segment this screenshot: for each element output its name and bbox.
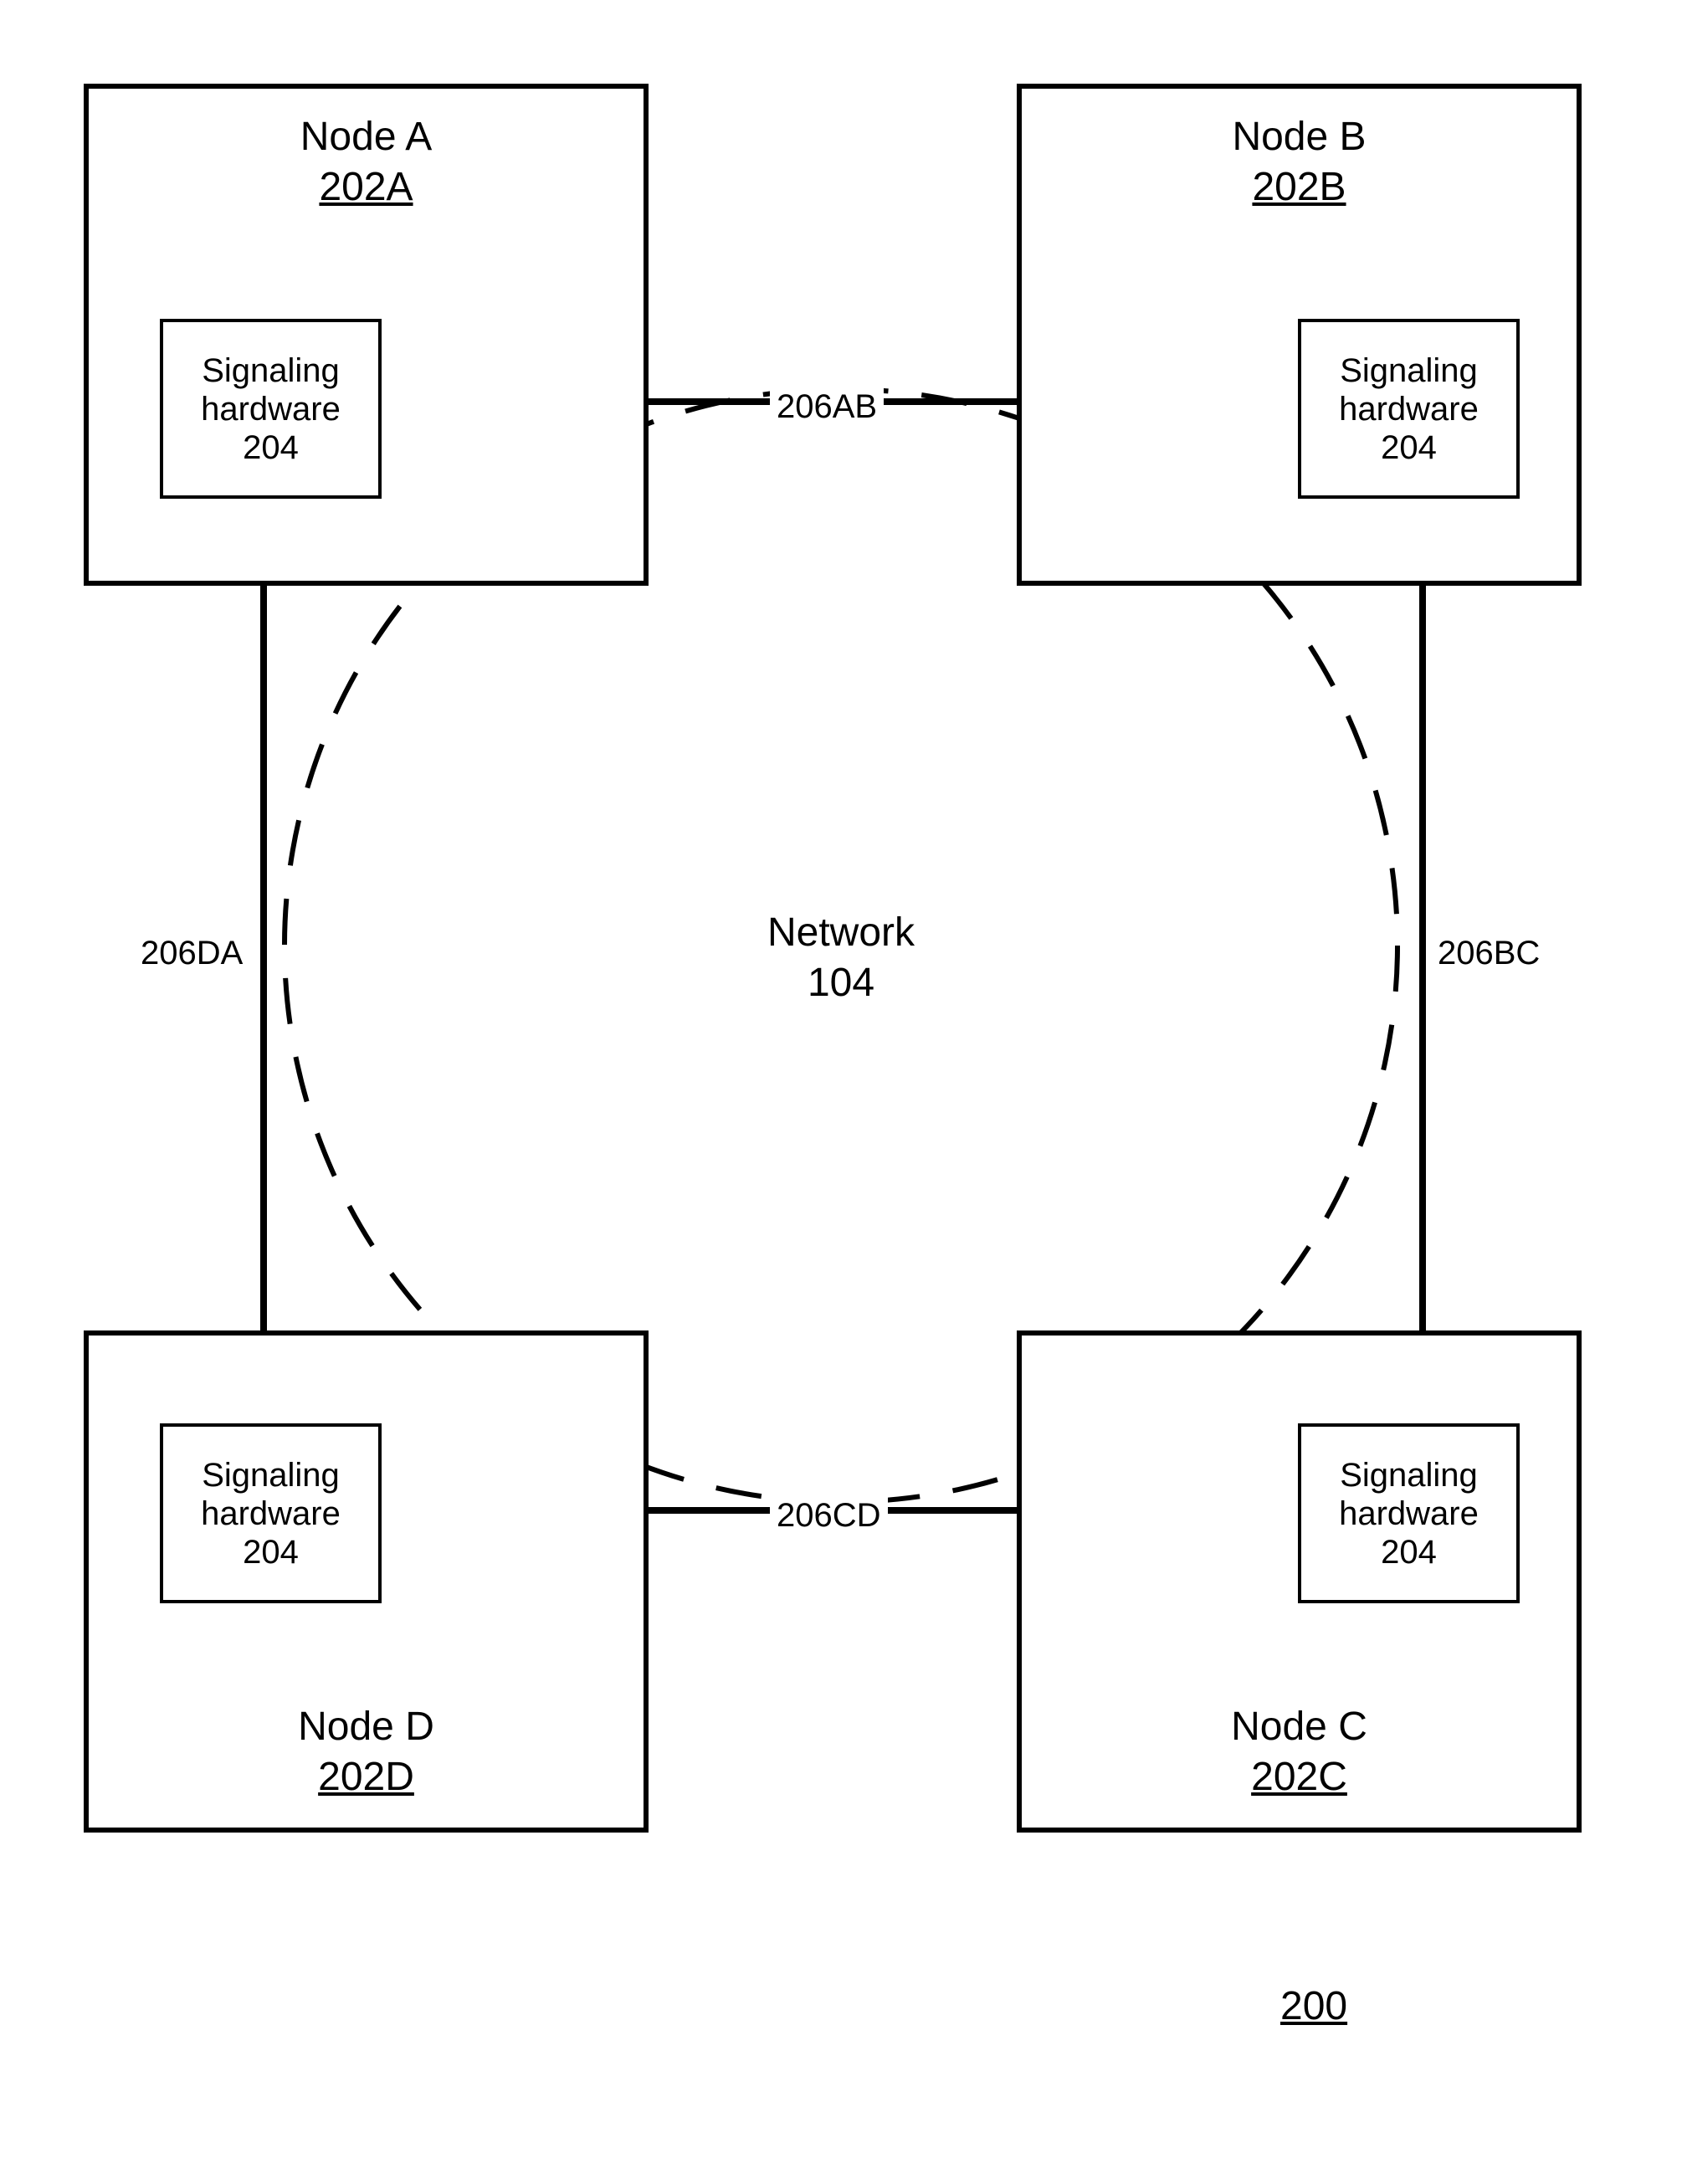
node-a-title: Node A 202A	[89, 112, 644, 213]
network-ref: 104	[808, 961, 874, 1005]
node-d: Signaling hardware 204 Node D 202D	[84, 1330, 649, 1833]
signal-line1: Signaling	[202, 1457, 340, 1494]
signal-line1: Signaling	[202, 352, 340, 389]
node-b-signal-box: Signaling hardware 204	[1298, 319, 1520, 499]
node-b-ref: 202B	[1252, 165, 1346, 209]
node-b-title: Node B 202B	[1022, 112, 1577, 213]
signal-line1: Signaling	[1340, 1457, 1478, 1494]
signal-ref: 204	[243, 429, 299, 466]
signal-ref: 204	[243, 1534, 299, 1571]
edge-label-cd: 206CD	[770, 1495, 888, 1535]
signal-ref: 204	[1381, 1534, 1437, 1571]
node-a-signal-box: Signaling hardware 204	[160, 319, 382, 499]
signal-line2: hardware	[1339, 391, 1479, 428]
node-a-ref: 202A	[319, 165, 413, 209]
node-c-title: Node C 202C	[1022, 1702, 1577, 1802]
node-d-name: Node D	[298, 1705, 434, 1749]
node-c: Signaling hardware 204 Node C 202C	[1017, 1330, 1582, 1833]
network-label: Network 104	[728, 908, 954, 1008]
node-c-signal-box: Signaling hardware 204	[1298, 1423, 1520, 1603]
diagram-page: Network 104 Node A 202A Signaling hardwa…	[0, 0, 1682, 2184]
node-b: Node B 202B Signaling hardware 204	[1017, 84, 1582, 586]
node-d-ref: 202D	[318, 1755, 414, 1799]
node-a: Node A 202A Signaling hardware 204	[84, 84, 649, 586]
signal-ref: 204	[1381, 429, 1437, 466]
node-b-name: Node B	[1232, 115, 1366, 159]
node-d-title: Node D 202D	[89, 1702, 644, 1802]
signal-line2: hardware	[1339, 1495, 1479, 1532]
node-c-name: Node C	[1231, 1705, 1367, 1749]
signal-line1: Signaling	[1340, 352, 1478, 389]
node-a-name: Node A	[300, 115, 432, 159]
node-d-signal-box: Signaling hardware 204	[160, 1423, 382, 1603]
signal-line2: hardware	[201, 391, 341, 428]
edge-label-da: 206DA	[134, 933, 249, 973]
network-name: Network	[767, 910, 915, 955]
edge-label-ab: 206AB	[770, 387, 884, 427]
figure-ref: 200	[1280, 1983, 1347, 2029]
edge-label-bc: 206BC	[1431, 933, 1546, 973]
node-c-ref: 202C	[1251, 1755, 1347, 1799]
signal-line2: hardware	[201, 1495, 341, 1532]
